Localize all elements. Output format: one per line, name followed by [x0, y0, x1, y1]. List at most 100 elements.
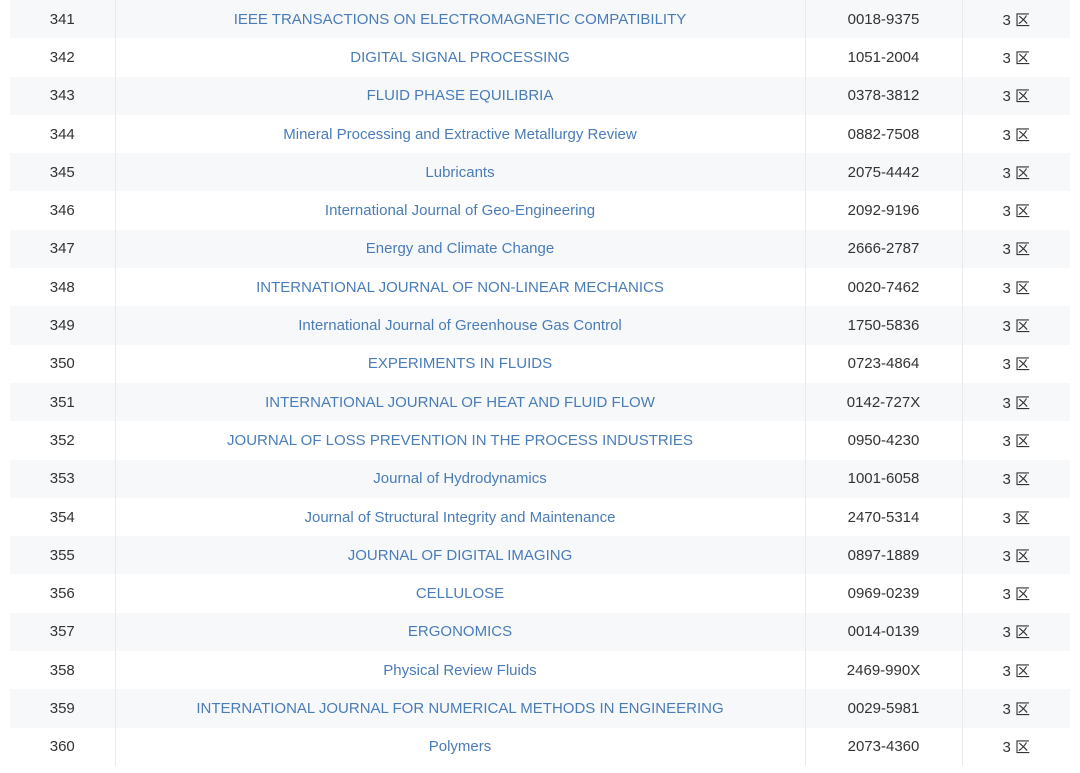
issn-cell: 2075-4442 — [805, 153, 963, 192]
rank-value: 354 — [49, 508, 75, 526]
title-cell: Journal of Structural Integrity and Main… — [115, 497, 806, 537]
title-cell: Journal of Hydrodynamics — [115, 459, 806, 498]
zone-cell: 3 区 — [962, 76, 1070, 115]
rank-cell: 352 — [10, 421, 116, 460]
zone-value: 3 区 — [1002, 126, 1030, 144]
rank-cell: 356 — [10, 574, 116, 613]
rank-cell: 354 — [10, 497, 116, 537]
journal-title-link[interactable]: Physical Review Fluids — [383, 662, 536, 679]
issn-value: 2073-4360 — [847, 738, 920, 756]
table-row: 357 ERGONOMICS 0014-0139 3 区 — [10, 612, 1070, 652]
title-cell: INTERNATIONAL JOURNAL OF NON-LINEAR MECH… — [115, 268, 806, 307]
issn-value: 0897-1889 — [847, 546, 920, 564]
title-cell: EXPERIMENTS IN FLUIDS — [115, 344, 806, 383]
zone-cell: 3 区 — [962, 229, 1070, 269]
issn-cell: 0723-4864 — [805, 344, 963, 383]
table-row: 359 INTERNATIONAL JOURNAL FOR NUMERICAL … — [10, 689, 1070, 728]
issn-cell: 0969-0239 — [805, 574, 963, 613]
issn-cell: 0142-727X — [805, 382, 963, 422]
title-cell: JOURNAL OF LOSS PREVENTION IN THE PROCES… — [115, 421, 806, 460]
table-row: 341 IEEE TRANSACTIONS ON ELECTROMAGNETIC… — [10, 0, 1070, 39]
journal-title-link[interactable]: Energy and Climate Change — [366, 240, 554, 257]
rank-cell: 353 — [10, 459, 116, 498]
rank-cell: 350 — [10, 344, 116, 383]
issn-cell: 0378-3812 — [805, 76, 963, 115]
issn-value: 0950-4230 — [847, 431, 920, 449]
journal-title-link[interactable]: EXPERIMENTS IN FLUIDS — [368, 355, 552, 372]
zone-cell: 3 区 — [962, 268, 1070, 307]
issn-value: 1001-6058 — [847, 470, 920, 488]
zone-value: 3 区 — [1002, 11, 1030, 29]
rank-cell: 355 — [10, 536, 116, 575]
table-row: 342 DIGITAL SIGNAL PROCESSING 1051-2004 … — [10, 38, 1070, 77]
rank-value: 341 — [49, 10, 75, 28]
journal-title-link[interactable]: Lubricants — [425, 164, 494, 181]
issn-value: 0378-3812 — [847, 87, 920, 105]
rank-value: 349 — [49, 317, 75, 335]
title-cell: Lubricants — [115, 153, 806, 192]
zone-cell: 3 区 — [962, 306, 1070, 345]
title-cell: Mineral Processing and Extractive Metall… — [115, 114, 806, 154]
issn-cell: 2666-2787 — [805, 229, 963, 269]
journal-title-link[interactable]: Journal of Hydrodynamics — [373, 470, 546, 487]
journal-title-link[interactable]: JOURNAL OF LOSS PREVENTION IN THE PROCES… — [227, 432, 693, 449]
journal-title-link[interactable]: ERGONOMICS — [408, 623, 512, 640]
journal-title-link[interactable]: JOURNAL OF DIGITAL IMAGING — [348, 547, 572, 564]
journal-title-link[interactable]: INTERNATIONAL JOURNAL OF NON-LINEAR MECH… — [256, 279, 664, 296]
zone-cell: 3 区 — [962, 344, 1070, 383]
table-row: 348 INTERNATIONAL JOURNAL OF NON-LINEAR … — [10, 268, 1070, 307]
rank-cell: 360 — [10, 727, 116, 766]
table-row: 351 INTERNATIONAL JOURNAL OF HEAT AND FL… — [10, 382, 1070, 422]
zone-value: 3 区 — [1002, 432, 1030, 450]
journal-title-link[interactable]: INTERNATIONAL JOURNAL OF HEAT AND FLUID … — [265, 394, 655, 411]
title-cell: JOURNAL OF DIGITAL IMAGING — [115, 536, 806, 575]
table-row: 343 FLUID PHASE EQUILIBRIA 0378-3812 3 区 — [10, 76, 1070, 115]
rank-value: 355 — [49, 546, 75, 564]
rank-value: 345 — [49, 163, 75, 181]
rank-cell: 341 — [10, 0, 116, 39]
zone-value: 3 区 — [1002, 356, 1030, 374]
issn-value: 1051-2004 — [847, 48, 920, 66]
rank-value: 346 — [49, 202, 75, 220]
issn-cell: 0882-7508 — [805, 114, 963, 154]
issn-cell: 0014-0139 — [805, 612, 963, 652]
zone-cell: 3 区 — [962, 536, 1070, 575]
journal-title-link[interactable]: Journal of Structural Integrity and Main… — [304, 509, 615, 526]
journal-title-link[interactable]: Mineral Processing and Extractive Metall… — [283, 126, 636, 143]
journal-title-link[interactable]: FLUID PHASE EQUILIBRIA — [367, 87, 554, 104]
title-cell: International Journal of Geo-Engineering — [115, 191, 806, 230]
table-row: 346 International Journal of Geo-Enginee… — [10, 191, 1070, 230]
issn-value: 2075-4442 — [847, 163, 920, 181]
rank-value: 350 — [49, 355, 75, 373]
issn-value: 0020-7462 — [847, 278, 920, 296]
issn-cell: 1051-2004 — [805, 38, 963, 77]
table-row: 356 CELLULOSE 0969-0239 3 区 — [10, 574, 1070, 613]
journal-title-link[interactable]: DIGITAL SIGNAL PROCESSING — [350, 49, 570, 66]
title-cell: INTERNATIONAL JOURNAL FOR NUMERICAL METH… — [115, 689, 806, 728]
title-cell: Energy and Climate Change — [115, 229, 806, 269]
journal-title-link[interactable]: Polymers — [429, 738, 492, 755]
title-cell: IEEE TRANSACTIONS ON ELECTROMAGNETIC COM… — [115, 0, 806, 39]
zone-cell: 3 区 — [962, 651, 1070, 690]
zone-cell: 3 区 — [962, 421, 1070, 460]
issn-cell: 0897-1889 — [805, 536, 963, 575]
zone-value: 3 区 — [1002, 279, 1030, 297]
journal-title-link[interactable]: International Journal of Geo-Engineering — [325, 202, 595, 219]
table-row: 353 Journal of Hydrodynamics 1001-6058 3… — [10, 459, 1070, 498]
rank-value: 357 — [49, 623, 75, 641]
zone-cell: 3 区 — [962, 689, 1070, 728]
journal-title-link[interactable]: CELLULOSE — [416, 585, 504, 602]
journal-title-link[interactable]: International Journal of Greenhouse Gas … — [298, 317, 622, 334]
zone-cell: 3 区 — [962, 191, 1070, 230]
zone-cell: 3 区 — [962, 574, 1070, 613]
issn-cell: 0029-5981 — [805, 689, 963, 728]
rank-value: 343 — [49, 87, 75, 105]
journal-title-link[interactable]: IEEE TRANSACTIONS ON ELECTROMAGNETIC COM… — [234, 11, 687, 28]
journal-title-link[interactable]: INTERNATIONAL JOURNAL FOR NUMERICAL METH… — [196, 700, 723, 717]
rank-cell: 345 — [10, 153, 116, 192]
zone-cell: 3 区 — [962, 612, 1070, 652]
title-cell: Polymers — [115, 727, 806, 766]
title-cell: DIGITAL SIGNAL PROCESSING — [115, 38, 806, 77]
zone-value: 3 区 — [1002, 624, 1030, 642]
title-cell: Physical Review Fluids — [115, 651, 806, 690]
